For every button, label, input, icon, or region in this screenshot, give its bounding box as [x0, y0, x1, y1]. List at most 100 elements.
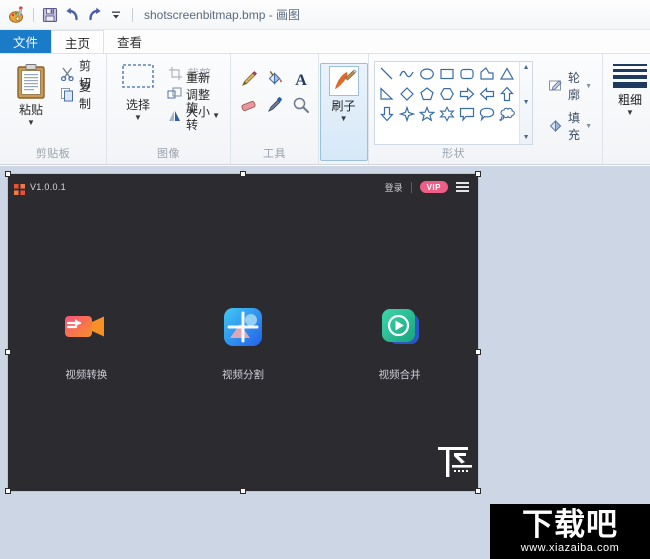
shape-rounded-rectangle-icon[interactable]	[457, 64, 477, 84]
shapes-expand-icon[interactable]: ▼	[523, 134, 530, 142]
selection-handle-top-left[interactable]	[5, 171, 11, 177]
tools-group-label: 工具	[263, 148, 287, 160]
tile-video-merge[interactable]: 视频合并	[321, 304, 478, 382]
eraser-icon[interactable]	[236, 92, 262, 118]
shape-right-arrow-icon[interactable]	[457, 84, 477, 104]
shape-right-triangle-icon[interactable]	[377, 84, 397, 104]
shape-line-icon[interactable]	[377, 64, 397, 84]
brushes-button[interactable]: 刷子 ▼	[319, 63, 368, 161]
magnifier-icon[interactable]	[288, 92, 314, 118]
vip-badge[interactable]: VIP	[419, 181, 448, 193]
selection-handle-bottom-right[interactable]	[475, 488, 481, 494]
customize-quick-access-icon[interactable]	[105, 4, 127, 26]
paint-app-icon[interactable]	[6, 4, 28, 26]
embedded-app-divider	[410, 181, 412, 193]
shapes-scroll-down-icon[interactable]: ▼	[523, 99, 530, 107]
hamburger-menu-icon[interactable]	[456, 182, 469, 192]
shape-cloud-callout-icon[interactable]	[497, 104, 517, 124]
shape-curve-icon[interactable]	[397, 64, 417, 84]
tab-home[interactable]: 主页	[51, 30, 105, 53]
shape-triangle-icon[interactable]	[497, 64, 517, 84]
shape-rectangle-icon[interactable]	[437, 64, 457, 84]
fill-bucket-icon[interactable]	[262, 66, 288, 92]
ribbon-group-image: 选择 ▼ 裁剪 重新调整大小 旋转 ▼ 图像	[106, 54, 230, 164]
brushes-group-label	[319, 161, 368, 164]
shape-styles-group-label	[538, 161, 602, 164]
brush-icon	[328, 66, 359, 96]
outline-label: 轮廓	[568, 71, 581, 102]
tab-file[interactable]: 文件	[0, 30, 52, 53]
rotate-dropdown-caret[interactable]: ▼	[212, 112, 220, 120]
canvas-area[interactable]: V1.0.0.1 登录 VIP 视频转换 视频分割 视频合并 下载吧 www.x…	[0, 166, 650, 559]
shape-five-point-star-icon[interactable]	[417, 104, 437, 124]
window-title: shotscreenbitmap.bmp - 画图	[144, 8, 301, 22]
shape-up-arrow-icon[interactable]	[497, 84, 517, 104]
ribbon-group-brushes: 刷子 ▼	[318, 54, 368, 164]
shape-six-point-star-icon[interactable]	[437, 104, 457, 124]
tile-label: 视频转换	[65, 369, 108, 381]
color-picker-icon[interactable]	[262, 92, 288, 118]
shapes-scroll-up-icon[interactable]: ▲	[523, 64, 530, 72]
outline-button[interactable]: 轮廓 ▼	[544, 66, 596, 106]
shape-diamond-icon[interactable]	[397, 84, 417, 104]
select-button[interactable]: 选择 ▼	[113, 61, 163, 145]
shape-four-point-star-icon[interactable]	[397, 104, 417, 124]
fill-button[interactable]: 填充 ▼	[544, 106, 596, 146]
rotate-button[interactable]: 旋转 ▼	[163, 101, 224, 132]
paste-button[interactable]: 粘贴 ▼	[6, 61, 56, 145]
embedded-app-titlebar: V1.0.0.1 登录 VIP	[8, 174, 478, 200]
copy-label: 复制	[79, 79, 92, 111]
ribbon: 粘贴 ▼ 剪切 复制 剪贴板 选择 ▼ 裁剪 重新调整大小 旋转 ▼ 图像 A …	[0, 53, 650, 165]
shapes-scrollbar[interactable]: ▲ ▼ ▼	[519, 62, 533, 144]
selection-handle-middle-left[interactable]	[5, 349, 11, 355]
canvas-paper[interactable]: V1.0.0.1 登录 VIP 视频转换 视频分割 视频合并	[5, 171, 481, 494]
brushes-label: 刷子	[331, 99, 356, 113]
clipboard-small-commands: 剪切 复制	[56, 59, 100, 145]
selection-handle-bottom-center[interactable]	[240, 488, 246, 494]
save-icon[interactable]	[39, 4, 61, 26]
shape-oval-icon[interactable]	[417, 64, 437, 84]
fill-dropdown-caret[interactable]: ▼	[585, 123, 592, 130]
paste-label: 粘贴	[18, 103, 43, 117]
copy-icon	[60, 87, 75, 103]
crop-icon	[167, 66, 183, 82]
copy-button[interactable]: 复制	[56, 80, 100, 111]
shape-pentagon-icon[interactable]	[417, 84, 437, 104]
shape-polygon-icon[interactable]	[477, 64, 497, 84]
redo-icon[interactable]	[83, 4, 105, 26]
selection-handle-top-center[interactable]	[240, 171, 246, 177]
login-button[interactable]: 登录	[385, 181, 403, 194]
line-thickness-icon	[613, 64, 647, 88]
shape-left-arrow-icon[interactable]	[477, 84, 497, 104]
paint-window: shotscreenbitmap.bmp - 画图 文件 主页 查看 粘贴 ▼ …	[0, 0, 650, 559]
outline-icon	[548, 78, 564, 95]
site-watermark: 下载吧 www.xiazaiba.com	[490, 504, 650, 559]
text-icon[interactable]: A	[288, 66, 314, 92]
undo-icon[interactable]	[61, 4, 83, 26]
pasted-image[interactable]: V1.0.0.1 登录 VIP 视频转换 视频分割 视频合并	[8, 174, 478, 491]
tile-video-convert[interactable]: 视频转换	[8, 304, 165, 382]
thickness-dropdown-caret[interactable]: ▼	[626, 109, 634, 117]
shape-down-arrow-icon[interactable]	[377, 104, 397, 124]
brushes-dropdown-caret[interactable]: ▼	[340, 115, 348, 123]
thickness-button[interactable]: 粗细 ▼	[609, 60, 649, 161]
outline-dropdown-caret[interactable]: ▼	[585, 83, 592, 90]
shape-rect-callout-icon[interactable]	[457, 104, 477, 124]
tile-video-split[interactable]: 视频分割	[165, 304, 322, 382]
ribbon-group-shape-styles: 轮廓 ▼ 填充 ▼	[538, 54, 602, 164]
image-small-commands: 裁剪 重新调整大小 旋转 ▼	[163, 61, 224, 145]
ribbon-group-clipboard: 粘贴 ▼ 剪切 复制 剪贴板	[0, 54, 106, 164]
shapes-gallery: ▲ ▼ ▼	[374, 61, 534, 145]
app-logo-icon	[14, 182, 25, 195]
shape-rounded-callout-icon[interactable]	[477, 104, 497, 124]
shape-hexagon-icon[interactable]	[437, 84, 457, 104]
select-dropdown-caret[interactable]: ▼	[134, 114, 142, 122]
fill-label: 填充	[568, 111, 581, 142]
tab-view[interactable]: 查看	[104, 30, 155, 53]
selection-handle-bottom-left[interactable]	[5, 488, 11, 494]
pencil-icon[interactable]	[236, 66, 262, 92]
selection-handle-middle-right[interactable]	[475, 349, 481, 355]
selection-handle-top-right[interactable]	[475, 171, 481, 177]
paste-dropdown-caret[interactable]: ▼	[27, 119, 35, 127]
select-label: 选择	[125, 98, 150, 112]
